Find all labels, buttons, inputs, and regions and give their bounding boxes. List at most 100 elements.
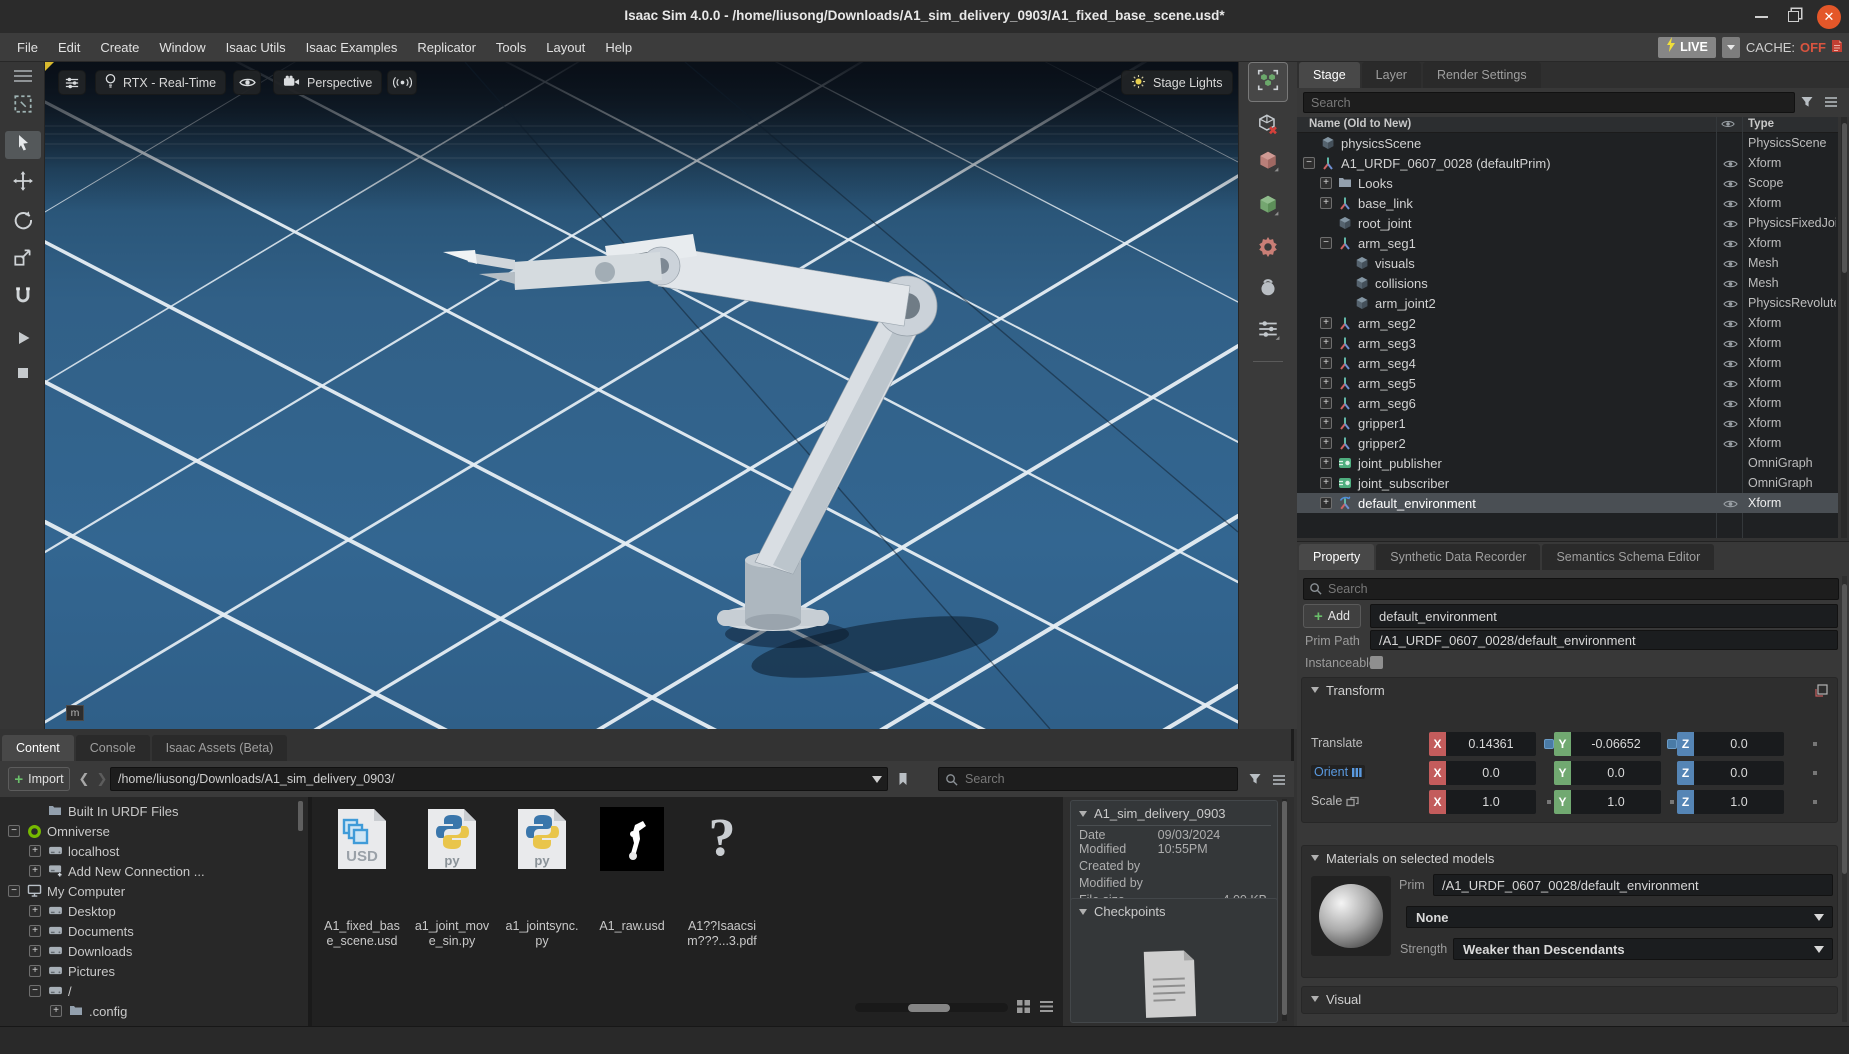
- translate-z-field[interactable]: 0.0: [1694, 732, 1784, 756]
- tool-play[interactable]: [5, 326, 41, 354]
- live-sync-button[interactable]: LIVE: [1658, 37, 1716, 58]
- thumbnail-size-slider[interactable]: [855, 1003, 1008, 1012]
- property-scrollbar[interactable]: [1842, 576, 1847, 1022]
- mixed-value-checkbox[interactable]: [1667, 739, 1677, 749]
- tree-item-pictures[interactable]: + Pictures: [0, 961, 300, 981]
- translate-x-field[interactable]: 0.14361: [1446, 732, 1536, 756]
- stage-row-arm-seg2[interactable]: + arm_seg2 Xform: [1297, 313, 1838, 333]
- tool-select-box[interactable]: [5, 92, 41, 120]
- stage-search-input[interactable]: [1303, 92, 1795, 113]
- expand-toggle-icon[interactable]: +: [1320, 437, 1332, 449]
- list-view-icon[interactable]: [1039, 999, 1054, 1019]
- menu-edit[interactable]: Edit: [49, 40, 89, 55]
- tree-item-built-in-urdf-files[interactable]: + Built In URDF Files: [0, 801, 300, 821]
- tab-semantics-schema-editor[interactable]: Semantics Schema Editor: [1542, 544, 1714, 570]
- visibility-eye-icon[interactable]: [1718, 497, 1742, 512]
- maximize-button[interactable]: [1780, 0, 1806, 33]
- stage-row-arm-seg5[interactable]: + arm_seg5 Xform: [1297, 373, 1838, 393]
- stage-row-root-joint[interactable]: + root_joint PhysicsFixedJoint: [1297, 213, 1838, 233]
- prim-name-field[interactable]: default_environment: [1370, 604, 1838, 628]
- visibility-eye-icon[interactable]: [1718, 317, 1742, 332]
- renderer-mode-button[interactable]: RTX - Real-Time: [95, 70, 226, 95]
- tool-move[interactable]: [5, 169, 41, 197]
- tool-cursor[interactable]: [5, 131, 41, 159]
- visibility-eye-icon[interactable]: [1718, 217, 1742, 232]
- expand-toggle-icon[interactable]: −: [8, 825, 20, 837]
- visibility-eye-icon[interactable]: [1718, 257, 1742, 272]
- tree-scrollbar[interactable]: [298, 799, 303, 1024]
- strip-mesh-cube[interactable]: [1248, 143, 1288, 183]
- expand-toggle-icon[interactable]: +: [1320, 377, 1332, 389]
- expand-toggle-icon[interactable]: +: [29, 905, 41, 917]
- stage-row-physicsscene[interactable]: + physicsScene PhysicsScene: [1297, 133, 1838, 153]
- bookmark-icon[interactable]: [898, 772, 908, 791]
- add-property-button[interactable]: +Add: [1303, 604, 1361, 628]
- file-a1-fixed-bas-e-scene-usd[interactable]: USD A1_fixed_bas e_scene.usd: [320, 807, 404, 949]
- stage-row-joint-subscriber[interactable]: + joint_subscriber OmniGraph: [1297, 473, 1838, 493]
- tool-snap[interactable]: [5, 284, 41, 312]
- import-button[interactable]: +Import: [8, 767, 70, 791]
- tab-synthetic-data-recorder[interactable]: Synthetic Data Recorder: [1376, 544, 1540, 570]
- tree-item-config[interactable]: + .config: [0, 1001, 300, 1021]
- menu-layout[interactable]: Layout: [537, 40, 594, 55]
- tree-item-my-computer[interactable]: − My Computer: [0, 881, 300, 901]
- strength-dropdown[interactable]: Weaker than Descendants: [1453, 938, 1833, 960]
- stage-row-arm-joint2[interactable]: + arm_joint2 PhysicsRevoluteJoint: [1297, 293, 1838, 313]
- file-a1-joint-mov-e-sin-py[interactable]: py a1_joint_mov e_sin.py: [410, 807, 494, 949]
- forward-button[interactable]: ❯: [94, 767, 110, 791]
- stage-row-gripper2[interactable]: + gripper2 Xform: [1297, 433, 1838, 453]
- expand-toggle-icon[interactable]: +: [29, 845, 41, 857]
- orient-z-field[interactable]: 0.0: [1694, 761, 1784, 785]
- file-a1-jointsync-py[interactable]: py a1_jointsync. py: [500, 807, 584, 949]
- visibility-eye-icon[interactable]: [1718, 357, 1742, 372]
- expand-toggle-icon[interactable]: +: [1320, 197, 1332, 209]
- strip-mass-weight[interactable]: [1248, 268, 1288, 308]
- name-column-header[interactable]: Name (Old to New): [1309, 118, 1411, 130]
- expand-toggle-icon[interactable]: +: [1320, 397, 1332, 409]
- tab-render-settings[interactable]: Render Settings: [1423, 62, 1541, 88]
- tool-rotate[interactable]: [5, 208, 41, 236]
- tool-menu[interactable]: [5, 64, 41, 92]
- visibility-eye-icon[interactable]: [1718, 437, 1742, 452]
- path-input[interactable]: [110, 767, 888, 791]
- stage-row-joint-publisher[interactable]: + joint_publisher OmniGraph: [1297, 453, 1838, 473]
- expand-toggle-icon[interactable]: −: [29, 985, 41, 997]
- tab-isaac-assets[interactable]: Isaac Assets (Beta): [152, 735, 288, 761]
- tree-item-downloads[interactable]: + Downloads: [0, 941, 300, 961]
- expand-toggle-icon[interactable]: +: [1320, 177, 1332, 189]
- menu-tools[interactable]: Tools: [487, 40, 535, 55]
- transform-section-header[interactable]: Transform: [1302, 678, 1837, 702]
- path-dropdown-caret[interactable]: [872, 776, 882, 783]
- audio-speaker-button[interactable]: [387, 70, 417, 95]
- orient-x-field[interactable]: 0.0: [1446, 761, 1536, 785]
- menu-create[interactable]: Create: [91, 40, 148, 55]
- menu-window[interactable]: Window: [150, 40, 214, 55]
- stage-row-collisions[interactable]: + collisions Mesh: [1297, 273, 1838, 293]
- stage-scrollbar[interactable]: [1841, 117, 1847, 538]
- visibility-eye-icon[interactable]: [1718, 417, 1742, 432]
- visibility-options-button[interactable]: [233, 70, 261, 95]
- stage-row-default-environment[interactable]: + default_environment Xform: [1297, 493, 1838, 513]
- material-prim-field[interactable]: /A1_URDF_0607_0028/default_environment: [1433, 874, 1833, 896]
- menu-isaac-examples[interactable]: Isaac Examples: [297, 40, 407, 55]
- stage-row-gripper1[interactable]: + gripper1 Xform: [1297, 413, 1838, 433]
- expand-toggle-icon[interactable]: +: [1320, 417, 1332, 429]
- minimize-button[interactable]: [1748, 0, 1774, 33]
- visibility-eye-icon[interactable]: [1718, 297, 1742, 312]
- prim-path-field[interactable]: /A1_URDF_0607_0028/default_environment: [1370, 630, 1838, 650]
- materials-section-header[interactable]: Materials on selected models: [1302, 846, 1837, 870]
- menu-help[interactable]: Help: [596, 40, 641, 55]
- expand-toggle-icon[interactable]: +: [1320, 337, 1332, 349]
- cache-doc-icon[interactable]: [1831, 39, 1843, 56]
- tree-item-add-new-connection[interactable]: + Add New Connection ...: [0, 861, 300, 881]
- expand-toggle-icon[interactable]: +: [29, 925, 41, 937]
- visibility-eye-icon[interactable]: [1718, 397, 1742, 412]
- camera-button[interactable]: Perspective: [273, 70, 382, 95]
- tab-content[interactable]: Content: [2, 735, 74, 761]
- property-search-input[interactable]: [1303, 578, 1839, 600]
- strip-render-settings[interactable]: [1248, 311, 1288, 351]
- live-dropdown-caret[interactable]: [1722, 37, 1740, 58]
- orient-y-field[interactable]: 0.0: [1571, 761, 1661, 785]
- visibility-eye-icon[interactable]: [1718, 177, 1742, 192]
- mixed-value-checkbox[interactable]: [1544, 739, 1554, 749]
